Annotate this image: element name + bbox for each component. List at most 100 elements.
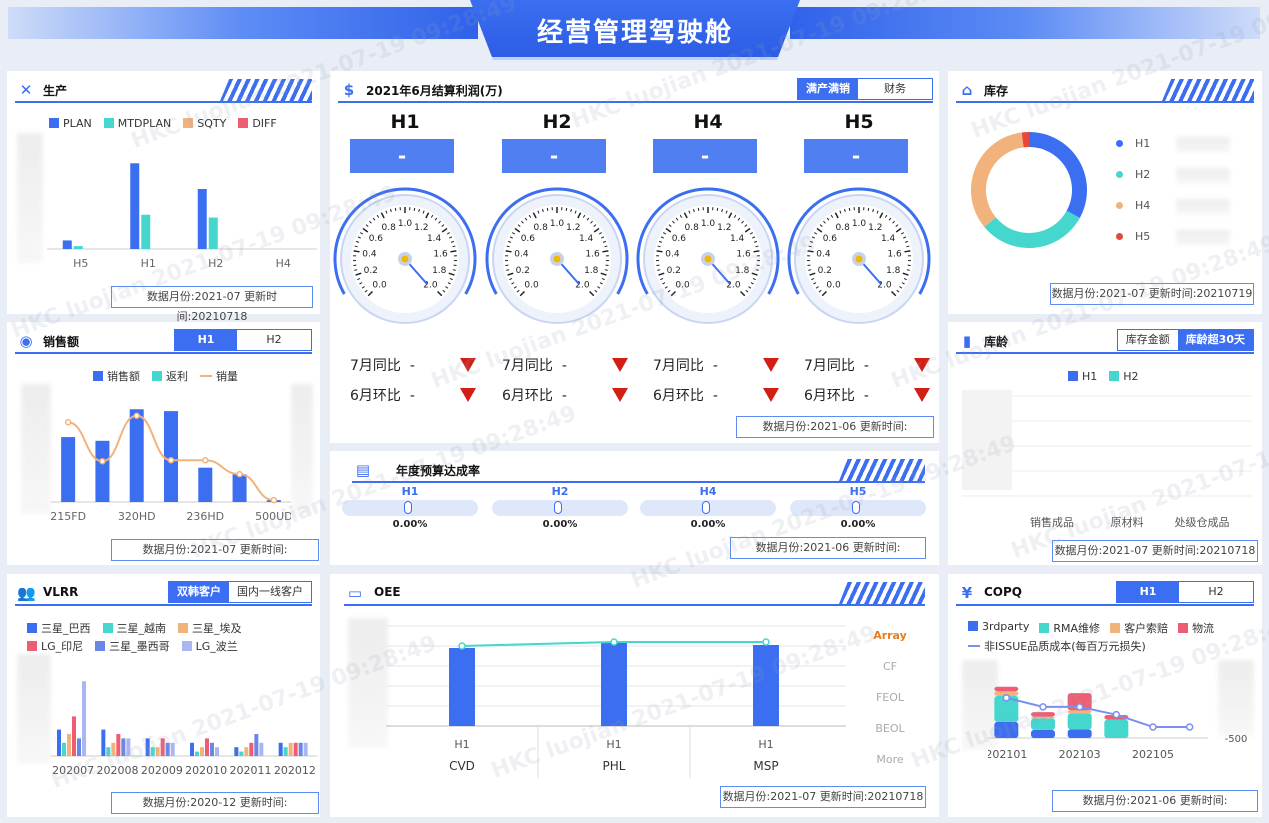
tab-h2[interactable]: H2 xyxy=(237,330,311,350)
vlrr-header: 👥 VLRR 双韩客户 国内一线客户 xyxy=(15,581,312,606)
gauge-tick-label: 1.0 xyxy=(852,219,867,229)
legend-item[interactable]: 三星_越南 xyxy=(102,620,166,636)
tab-h1[interactable]: H1 xyxy=(1117,582,1179,602)
legend-label: H5 xyxy=(1135,230,1151,243)
gauge-tick-label: 1.0 xyxy=(398,219,413,229)
oee-header: ▭ OEE xyxy=(344,582,925,606)
sales-tabs: H1 H2 xyxy=(174,329,312,351)
inventory-legend: H1 H2 H4 H5 xyxy=(1116,137,1256,261)
x-tick-label: 原材料 xyxy=(1111,515,1144,529)
blurred-axis xyxy=(17,654,51,764)
legend-item[interactable]: 物流 xyxy=(1178,620,1214,636)
progress-knob[interactable] xyxy=(554,501,562,514)
gauge-tick xyxy=(807,250,814,253)
gauge-tick xyxy=(565,207,568,211)
gauge-tick-label: 1.2 xyxy=(566,223,580,233)
bar xyxy=(170,742,175,756)
legend-item[interactable]: 三星_墨西哥 xyxy=(95,638,170,654)
oee-menu-item[interactable]: Array xyxy=(852,620,928,651)
tab-finance[interactable]: 财务 xyxy=(858,79,932,99)
legend-item[interactable]: 3rdparty xyxy=(968,620,1029,636)
legend-item[interactable]: LG_波兰 xyxy=(181,638,238,654)
legend-item[interactable]: 非ISSUE品质成本(每百万元损失) xyxy=(968,638,1146,654)
production-header: ✕ 生产 xyxy=(15,79,312,103)
tab-domestic-customers[interactable]: 国内一线客户 xyxy=(229,582,311,602)
legend-item[interactable]: 返利 xyxy=(152,368,188,384)
legend-item[interactable]: 三星_埃及 xyxy=(178,620,242,636)
budget-item-name: H1 xyxy=(401,485,419,498)
bar xyxy=(126,738,131,756)
legend-item[interactable]: H2 xyxy=(1109,370,1139,383)
gauge-tick xyxy=(546,207,549,211)
legend-item[interactable]: SQTY xyxy=(183,117,226,130)
compare-label: 7月同比 xyxy=(350,358,401,374)
oee-menu-item[interactable]: More xyxy=(852,744,928,775)
legend-item[interactable]: RMA维修 xyxy=(1039,620,1100,636)
compare-value: - xyxy=(561,358,567,374)
x-tick-label: 202009 xyxy=(141,764,183,777)
tab-h1[interactable]: H1 xyxy=(175,330,237,350)
tab-korean-customers[interactable]: 双韩客户 xyxy=(169,582,229,602)
progress-knob[interactable] xyxy=(852,501,860,514)
tab-full-production[interactable]: 满产满销 xyxy=(798,79,858,99)
production-panel: ✕ 生产 PLAN MTDPLAN SQTY DIFF H5 H1 H2 H4 数据月… xyxy=(7,71,320,323)
legend-item[interactable]: H1 xyxy=(1116,137,1256,168)
bar xyxy=(101,729,106,756)
compare-value: - xyxy=(409,388,415,404)
oee-menu-item[interactable]: FEOL xyxy=(852,682,928,713)
gauge-tick-label: 1.8 xyxy=(886,266,901,276)
down-arrow-icon xyxy=(914,358,930,372)
tab-h2[interactable]: H2 xyxy=(1179,582,1253,602)
bar xyxy=(106,747,111,756)
legend-item[interactable]: 三星_巴西 xyxy=(27,620,91,636)
blurred-axis xyxy=(348,618,388,748)
mom-compare: 6月环比 - xyxy=(804,385,869,405)
y-tick-label: -500 xyxy=(1225,734,1248,745)
progress-knob[interactable] xyxy=(404,501,412,514)
unit-name: H1 xyxy=(390,111,420,133)
budget-title: 年度预算达成率 xyxy=(396,464,481,478)
legend-item[interactable]: MTDPLAN xyxy=(103,117,171,130)
x-tick-label: H1 xyxy=(141,257,156,270)
vlrr-title: VLRR xyxy=(43,585,79,599)
coin-icon: ◉ xyxy=(19,332,33,350)
age-tabs: 库存金额 库龄超30天 xyxy=(1116,329,1254,351)
legend-item[interactable]: H5 xyxy=(1116,230,1256,261)
legend-item[interactable]: H2 xyxy=(1116,168,1256,199)
legend-item[interactable]: H1 xyxy=(1068,370,1097,383)
profit-panel: $ 2021年6月结算利润(万) 满产满销 财务 H1 - 0.0 0.2 0.4 0.6… xyxy=(330,71,939,443)
legend-item[interactable]: PLAN xyxy=(49,117,92,130)
legend-item[interactable]: 销售额 xyxy=(93,368,140,384)
age-header: ▮ 库龄 库存金额 库龄超30天 xyxy=(956,329,1254,354)
bar xyxy=(57,729,61,756)
tab-age-over-30[interactable]: 库龄超30天 xyxy=(1177,330,1253,350)
legend-item[interactable]: DIFF xyxy=(238,117,277,130)
gauge-tick-label: 1.4 xyxy=(881,234,896,244)
progress-knob[interactable] xyxy=(702,501,710,514)
gauge-tick-label: 1.8 xyxy=(432,266,447,276)
legend-item[interactable]: 销量 xyxy=(200,368,238,384)
bar xyxy=(62,742,66,756)
oee-menu-item[interactable]: BEOL xyxy=(852,713,928,744)
bar xyxy=(298,742,303,756)
x-tick-label: 202010 xyxy=(185,764,227,777)
users-icon: 👥 xyxy=(17,584,36,602)
bar xyxy=(116,734,121,756)
inventory-footer: 数据月份:2021-07 更新时间:20210719 xyxy=(1050,283,1254,305)
gauge-tick-label: 0.8 xyxy=(835,223,850,233)
line-point xyxy=(202,457,209,464)
bar xyxy=(195,751,199,756)
legend-item[interactable]: 客户索赔 xyxy=(1110,620,1168,636)
legend-item[interactable]: H4 xyxy=(1116,199,1256,230)
tab-inventory-amount[interactable]: 库存金额 xyxy=(1117,330,1178,350)
compare-value: - xyxy=(561,388,567,404)
legend-item[interactable]: LG_印尼 xyxy=(27,638,83,654)
bar xyxy=(160,738,165,756)
donut-slice xyxy=(971,132,1024,227)
oee-menu-item[interactable]: CF xyxy=(852,651,928,682)
oee-menu: Array CF FEOL BEOL More xyxy=(852,620,928,775)
inventory-header: ⌂ 库存 xyxy=(956,79,1254,103)
gauge-tick-label: 1.4 xyxy=(579,234,594,244)
gauge-tick-label: 0.0 xyxy=(524,280,539,290)
compare-label: 6月环比 xyxy=(502,388,553,404)
